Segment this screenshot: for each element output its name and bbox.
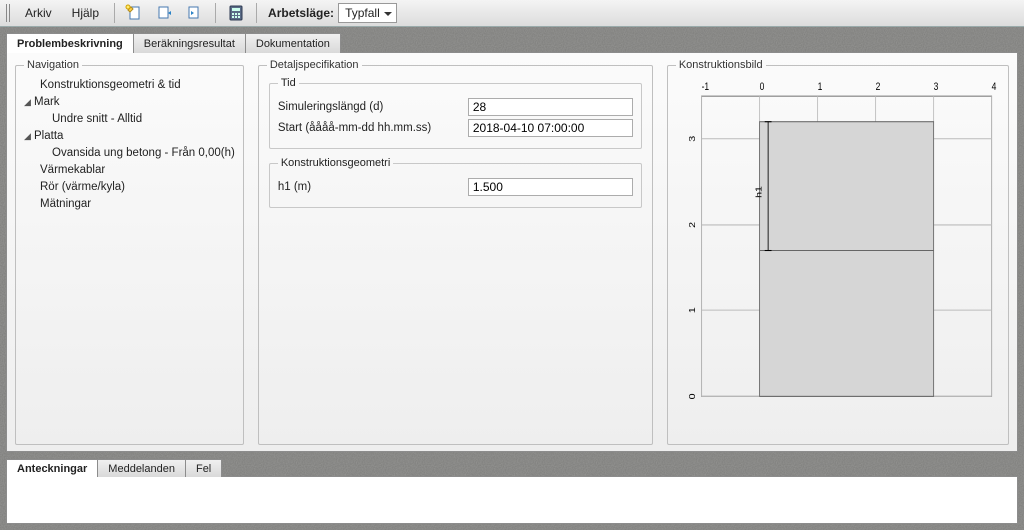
x-tick: 0 xyxy=(759,81,764,93)
tab-fel[interactable]: Fel xyxy=(185,459,222,477)
y-tick: 1 xyxy=(688,307,698,313)
tree-konstruktionsgeometri[interactable]: Konstruktionsgeometri & tid xyxy=(24,77,235,94)
row-start: Start (åååå-mm-dd hh.mm.ss) xyxy=(278,119,633,137)
tab-anteckningar[interactable]: Anteckningar xyxy=(6,459,98,477)
y-tick: 3 xyxy=(688,136,698,142)
new-file-icon[interactable] xyxy=(122,2,148,24)
h1-input[interactable] xyxy=(468,178,633,196)
viz-panel: Konstruktionsbild xyxy=(667,59,1009,445)
h1-bracket-label: h1 xyxy=(754,186,764,198)
geo-group: Konstruktionsgeometri h1 (m) xyxy=(269,157,642,208)
expander-icon[interactable]: ◢ xyxy=(24,128,34,145)
h1-label: h1 (m) xyxy=(278,181,468,193)
notes-pane[interactable] xyxy=(6,476,1018,524)
tree-platta-child[interactable]: Ovansida ung betong - Från 0,00(h) xyxy=(24,145,235,162)
calculator-icon[interactable] xyxy=(223,2,249,24)
x-tick: 1 xyxy=(817,81,822,93)
tree-matningar[interactable]: Mätningar xyxy=(24,196,235,213)
construction-view[interactable]: h1 -1 0 1 2 3 4 0 1 2 3 xyxy=(676,77,1000,407)
tree-platta[interactable]: ◢Platta xyxy=(24,128,235,145)
tree-mark-label: Mark xyxy=(34,96,60,108)
tab-berakningsresultat[interactable]: Beräkningsresultat xyxy=(133,33,246,53)
tid-legend: Tid xyxy=(278,77,299,89)
navigation-legend: Navigation xyxy=(24,59,82,71)
main-tabs: Problembeskrivning Beräkningsresultat Do… xyxy=(6,32,1024,52)
row-simlen: Simuleringslängd (d) xyxy=(278,98,633,116)
workmode-select[interactable]: Typfall xyxy=(338,3,397,23)
main-area: Navigation Konstruktionsgeometri & tid ◢… xyxy=(6,52,1018,452)
separator xyxy=(114,3,115,23)
tree-ror[interactable]: Rör (värme/kyla) xyxy=(24,179,235,196)
tree-varmekablar[interactable]: Värmekablar xyxy=(24,162,235,179)
separator xyxy=(256,3,257,23)
menu-arkiv[interactable]: Arkiv xyxy=(17,4,60,22)
save-file-icon[interactable] xyxy=(182,2,208,24)
simlen-input[interactable] xyxy=(468,98,633,116)
x-tick: -1 xyxy=(701,81,709,93)
toolbar-grip xyxy=(6,4,11,22)
open-file-icon[interactable] xyxy=(152,2,178,24)
bottom-section: Anteckningar Meddelanden Fel xyxy=(6,458,1018,524)
x-tick: 4 xyxy=(991,81,996,93)
geo-legend: Konstruktionsgeometri xyxy=(278,157,393,169)
separator xyxy=(215,3,216,23)
start-input[interactable] xyxy=(468,119,633,137)
bottom-tabs: Anteckningar Meddelanden Fel xyxy=(6,458,1018,476)
navigation-tree: Konstruktionsgeometri & tid ◢Mark Undre … xyxy=(24,77,235,213)
tid-group: Tid Simuleringslängd (d) Start (åååå-mm-… xyxy=(269,77,642,149)
simlen-label: Simuleringslängd (d) xyxy=(278,101,468,113)
navigation-panel: Navigation Konstruktionsgeometri & tid ◢… xyxy=(15,59,244,445)
tree-mark-child[interactable]: Undre snitt - Alltid xyxy=(24,111,235,128)
detail-legend: Detaljspecifikation xyxy=(267,59,362,71)
tree-mark[interactable]: ◢Mark xyxy=(24,94,235,111)
y-tick: 0 xyxy=(688,393,698,399)
tree-platta-label: Platta xyxy=(34,130,63,142)
workmode-label: Arbetsläge: xyxy=(268,6,334,20)
start-label: Start (åååå-mm-dd hh.mm.ss) xyxy=(278,122,468,134)
viz-legend: Konstruktionsbild xyxy=(676,59,766,71)
row-h1: h1 (m) xyxy=(278,178,633,196)
menu-hjalp[interactable]: Hjälp xyxy=(64,4,107,22)
x-tick: 2 xyxy=(875,81,880,93)
tab-meddelanden[interactable]: Meddelanden xyxy=(97,459,186,477)
tab-dokumentation[interactable]: Dokumentation xyxy=(245,33,341,53)
expander-icon[interactable]: ◢ xyxy=(24,94,34,111)
menubar: Arkiv Hjälp Arbetsläge: Typfall xyxy=(0,0,1024,27)
x-tick: 3 xyxy=(933,81,938,93)
tab-problembeskrivning[interactable]: Problembeskrivning xyxy=(6,33,134,53)
detail-panel: Detaljspecifikation Tid Simuleringslängd… xyxy=(258,59,653,445)
y-tick: 2 xyxy=(688,222,698,228)
